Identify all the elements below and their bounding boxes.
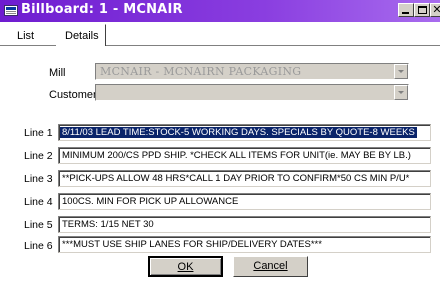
line-4-field[interactable]: 100CS. MIN FOR PICK UP ALLOWANCE [58,193,431,210]
mill-label: Mill [49,67,66,79]
customer-label: Customer [49,89,97,101]
chevron-down-icon[interactable] [394,85,408,100]
maximize-button[interactable] [414,3,430,17]
minimize-icon [402,12,409,14]
window-title: Billboard: 1 - MCNAIR [21,2,183,17]
maximize-icon [418,6,427,14]
customer-dropdown[interactable] [95,84,409,101]
line-1-label: Line 1 [24,127,53,139]
cancel-button-label: Cancel [253,260,288,272]
line-5-field[interactable]: TERMS: 1/15 NET 30 [58,216,431,233]
line-2-label: Line 2 [24,150,53,162]
app-icon [4,5,18,16]
tab-list[interactable]: List [8,28,48,44]
close-button[interactable]: ✕ [430,3,440,17]
line-3-field[interactable]: **PICK-UPS ALLOW 48 HRS*CALL 1 DAY PRIOR… [58,170,431,187]
line-1-field[interactable]: 8/11/03 LEAD TIME:STOCK-5 WORKING DAYS. … [58,124,431,141]
tab-divider-shadow [0,45,56,46]
close-icon: ✕ [432,4,440,16]
line-4-label: Line 4 [24,196,53,208]
tab-divider-shadow-right [106,45,440,46]
line-2-value: MINIMUM 200/CS PPD SHIP. *CHECK ALL ITEM… [62,150,411,161]
line-5-value: TERMS: 1/15 NET 30 [62,219,154,230]
line-1-value: 8/11/03 LEAD TIME:STOCK-5 WORKING DAYS. … [60,127,417,138]
chevron-down-icon[interactable] [394,64,408,79]
title-bar[interactable]: Billboard: 1 - MCNAIR ✕ [0,0,440,22]
line-2-field[interactable]: MINIMUM 200/CS PPD SHIP. *CHECK ALL ITEM… [58,147,431,164]
mill-dropdown[interactable]: MCNAIR - MCNAIRN PACKAGING [95,63,409,80]
line-5-label: Line 5 [24,219,53,231]
mill-value: MCNAIR - MCNAIRN PACKAGING [100,65,302,78]
ok-button-label: OK [177,261,194,273]
tab-details-label: Details [65,30,99,42]
minimize-button[interactable] [398,3,414,17]
line-4-value: 100CS. MIN FOR PICK UP ALLOWANCE [62,196,239,207]
tab-list-label: List [17,30,35,42]
line-6-field[interactable]: ***MUST USE SHIP LANES FOR SHIP/DELIVERY… [58,236,431,253]
ok-button[interactable]: OK [148,256,223,277]
tab-details[interactable]: Details [56,24,106,46]
cancel-button[interactable]: Cancel [233,256,308,277]
line-3-label: Line 3 [24,173,53,185]
line-3-value: **PICK-UPS ALLOW 48 HRS*CALL 1 DAY PRIOR… [62,173,410,184]
line-6-label: Line 6 [24,240,53,252]
line-6-value: ***MUST USE SHIP LANES FOR SHIP/DELIVERY… [62,239,322,250]
